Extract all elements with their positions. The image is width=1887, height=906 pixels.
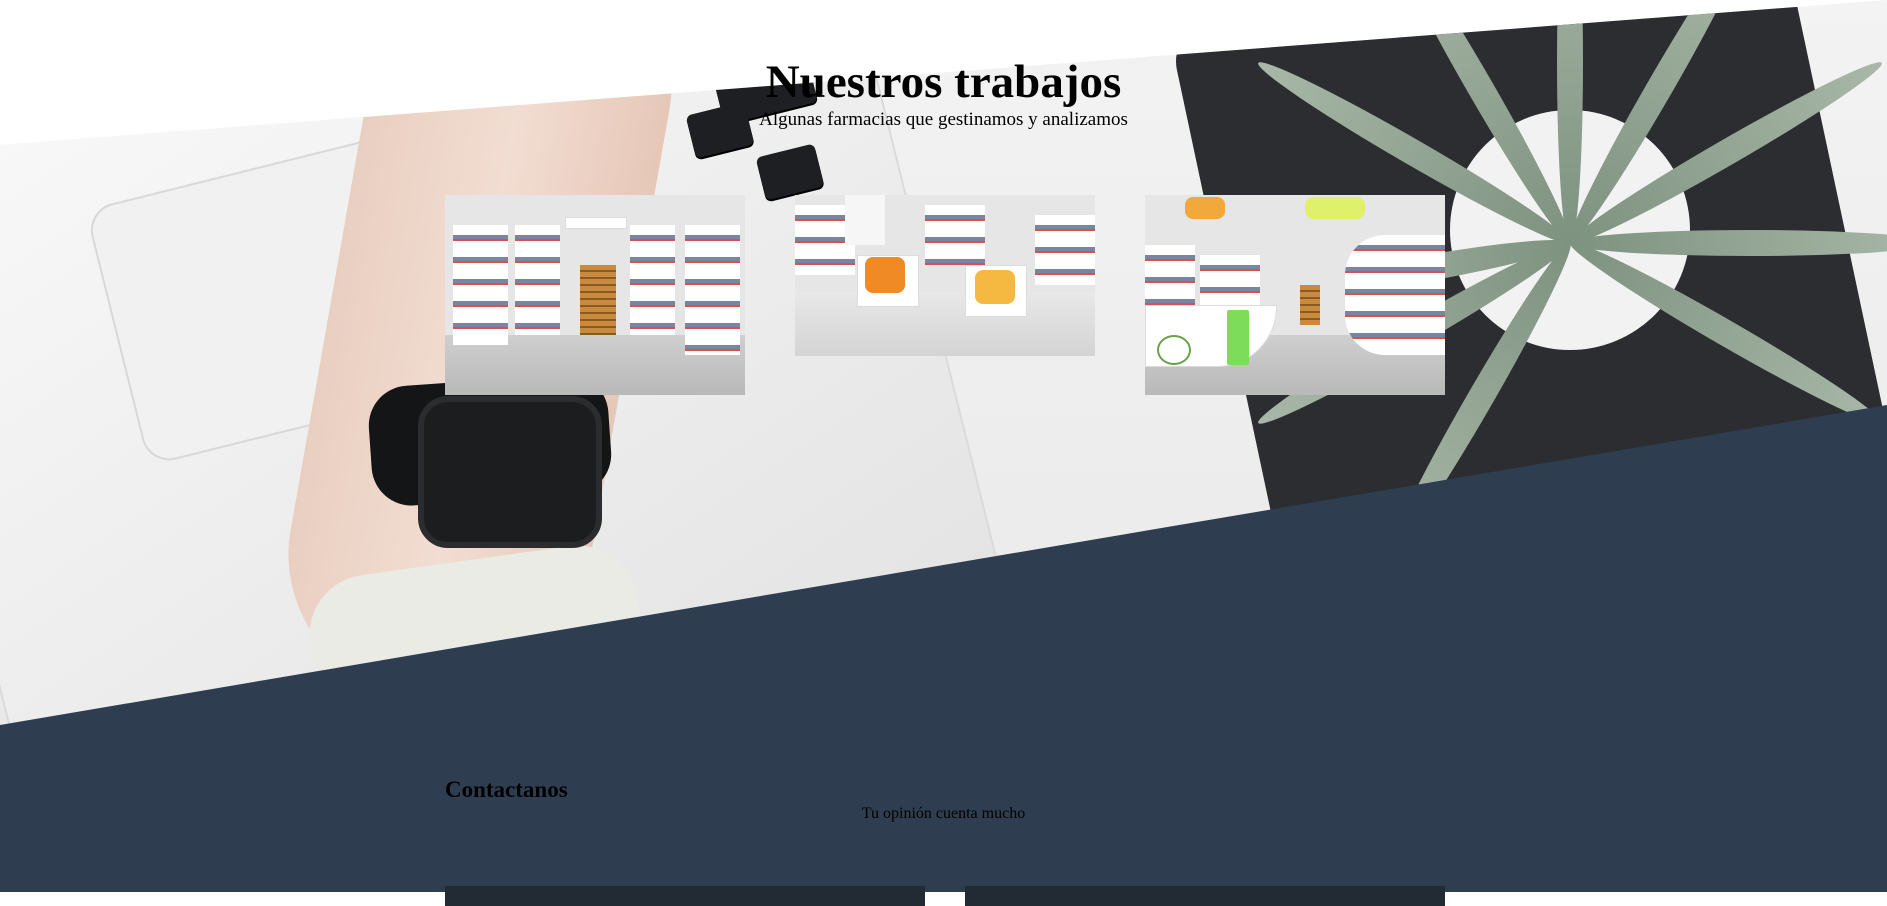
gallery-photo-1[interactable]: [445, 195, 745, 395]
works-subtitle: Algunas farmacias que gestinamos y anali…: [0, 108, 1887, 132]
smartwatch-illustration: [418, 396, 602, 548]
contact-name-field[interactable]: [445, 886, 925, 906]
gallery-photo-3[interactable]: [1145, 195, 1445, 395]
works-title: Nuestros trabajos: [0, 52, 1887, 112]
contact-title: Contactanos: [445, 776, 568, 804]
contact-subtitle: Tu opinión cuenta mucho: [0, 804, 1887, 824]
contact-email-field[interactable]: [965, 886, 1445, 906]
gallery-photo-2[interactable]: [795, 195, 1095, 356]
